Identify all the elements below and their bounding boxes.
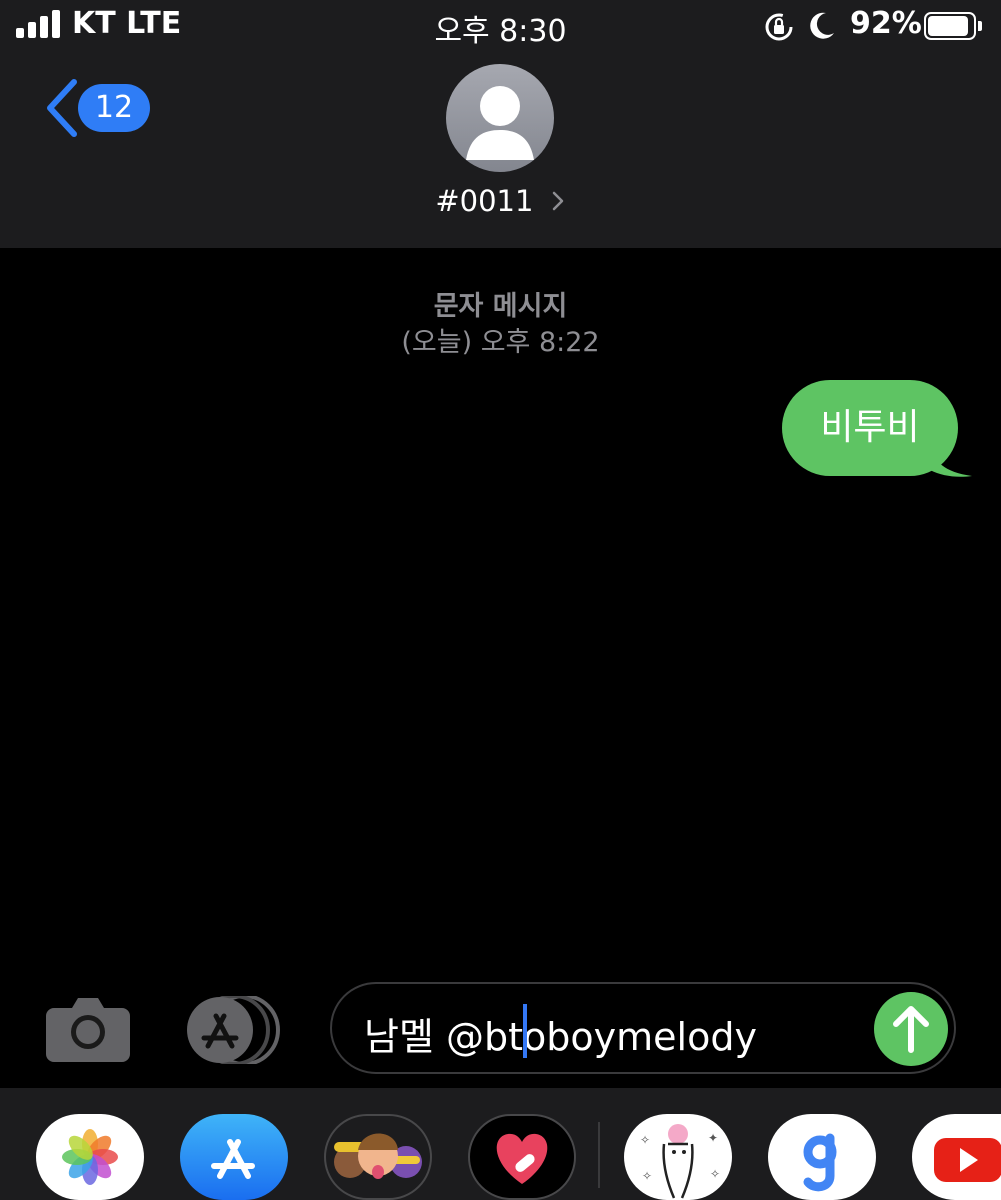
moon-icon [810, 12, 834, 39]
app-store-icon [187, 994, 280, 1066]
tray-app-app-store[interactable] [180, 1114, 288, 1200]
youtube-icon [934, 1138, 1001, 1182]
tray-app-youtube[interactable] [912, 1114, 1001, 1200]
svg-text:✧: ✧ [710, 1167, 720, 1181]
person-icon [466, 86, 534, 160]
gboard-icon [803, 1133, 837, 1192]
tray-app-sticker[interactable]: ✧ ✦ ✧ ✧ [624, 1114, 732, 1200]
chevron-right-icon [552, 191, 563, 211]
heart-icon [496, 1133, 548, 1184]
message-input[interactable]: 남멜 @btoboymelody [330, 982, 956, 1074]
battery-percent: 92% [850, 6, 922, 41]
avatar[interactable] [446, 64, 554, 172]
tray-divider [598, 1122, 600, 1188]
rotation-lock-icon [765, 13, 793, 41]
text-cursor [523, 1004, 527, 1058]
svg-text:✧: ✧ [640, 1133, 650, 1147]
back-button[interactable]: 12 [40, 78, 160, 138]
app-store-button[interactable] [186, 994, 284, 1066]
photos-icon [62, 1129, 118, 1185]
sticker-icon: ✧ ✦ ✧ ✧ [640, 1124, 720, 1199]
conversation-timestamp: (오늘) 오후 8:22 [401, 327, 600, 358]
chevron-left-icon [47, 79, 77, 137]
memoji-icon [334, 1133, 422, 1179]
svg-text:✦: ✦ [708, 1131, 718, 1145]
camera-button[interactable] [44, 996, 132, 1062]
message-text: 비투비 [820, 407, 920, 448]
contact-name-button[interactable]: #0011 [400, 184, 600, 218]
tray-app-gboard[interactable] [768, 1114, 876, 1200]
status-bar: KT LTE 오후 8:30 92% [0, 0, 1001, 52]
unread-count-badge: 12 [78, 84, 150, 132]
tray-app-memoji[interactable] [324, 1114, 432, 1200]
send-button[interactable] [874, 992, 948, 1066]
battery-icon [924, 12, 982, 40]
conversation-type-label: 문자 메시지 [433, 291, 568, 322]
camera-icon [46, 998, 130, 1062]
bubble-tail [930, 444, 972, 477]
message-input-text: 남멜 @btoboymelody [364, 1015, 757, 1059]
tray-app-digital-touch[interactable] [468, 1114, 576, 1200]
svg-text:✧: ✧ [642, 1169, 652, 1183]
contact-name: #0011 [435, 184, 534, 218]
tray-app-photos[interactable] [36, 1114, 144, 1200]
send-arrow-icon [893, 1006, 929, 1053]
app-store-icon [211, 1139, 255, 1179]
